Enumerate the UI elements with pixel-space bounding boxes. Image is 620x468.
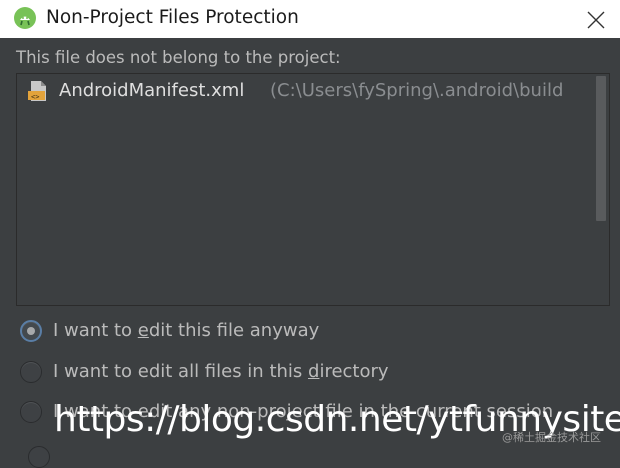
option-edit-directory[interactable]: I want to edit all files in this directo… (20, 360, 610, 386)
radio-edit-directory[interactable] (20, 361, 42, 383)
radio-edit-session[interactable] (20, 401, 42, 423)
close-icon (587, 11, 605, 29)
file-list[interactable]: <> AndroidManifest.xml (C:\Users\fySprin… (16, 73, 610, 306)
android-studio-icon (14, 7, 36, 29)
radio-edit-this-file[interactable] (20, 320, 42, 342)
file-path: (C:\Users\fySpring\.android\build (270, 80, 564, 101)
dialog-title: Non-Project Files Protection (46, 7, 299, 28)
radio-partial[interactable] (28, 446, 50, 468)
list-scrollbar[interactable] (593, 74, 609, 305)
option-label: I want to edit all files in this directo… (53, 361, 389, 382)
svg-text:<>: <> (31, 93, 39, 101)
option-label: I want to edit this file anyway (53, 320, 320, 341)
description-text: This file does not belong to the project… (16, 48, 341, 67)
list-item[interactable]: <> AndroidManifest.xml (C:\Users\fySprin… (17, 76, 593, 104)
title-bar: Non-Project Files Protection (0, 0, 620, 38)
scroll-thumb[interactable] (596, 76, 606, 221)
file-name: AndroidManifest.xml (59, 80, 245, 101)
xml-file-icon: <> (27, 80, 49, 102)
close-button[interactable] (578, 2, 614, 36)
watermark-credit: @稀土掘金技术社区 (502, 431, 601, 444)
option-edit-this-file[interactable]: I want to edit this file anyway (20, 319, 610, 345)
